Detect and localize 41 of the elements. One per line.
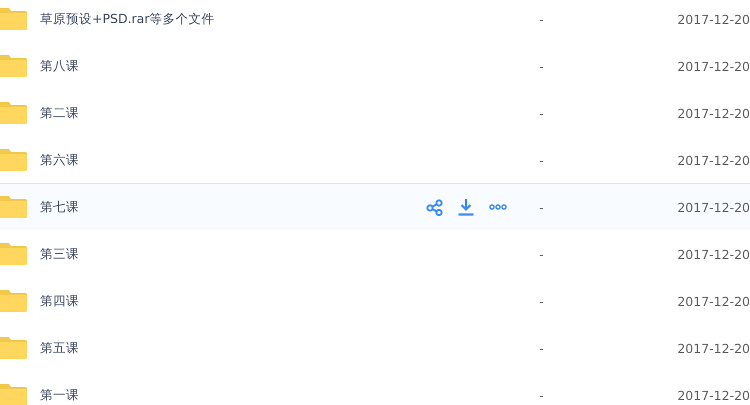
file-name[interactable]: 第三课 (40, 246, 381, 262)
file-size: - (539, 200, 545, 214)
file-size: - (539, 340, 545, 356)
modified-date: 2017-12-20 (677, 12, 750, 26)
folder-icon (0, 149, 27, 171)
modified-date: 2017-12-20 (677, 388, 750, 402)
file-name[interactable]: 草原预设+PSD.rar等多个文件 (40, 10, 381, 28)
file-name[interactable]: 第八课 (40, 58, 381, 74)
file-name[interactable]: 第七课 (40, 198, 381, 216)
more-icon[interactable] (488, 204, 507, 210)
file-size: - (539, 388, 545, 402)
file-size: - (539, 294, 545, 308)
file-size: - (539, 58, 545, 74)
file-name[interactable]: 第二课 (40, 104, 381, 122)
download-icon[interactable] (456, 198, 475, 216)
share-icon[interactable] (426, 198, 443, 216)
folder-icon (0, 55, 27, 77)
modified-date: 2017-12-20 (677, 152, 750, 168)
modified-date: 2017-12-20 (677, 200, 750, 214)
folder-icon (0, 384, 27, 405)
folder-icon (0, 243, 27, 265)
folder-icon (0, 337, 27, 359)
file-size: - (539, 246, 545, 262)
modified-date: 2017-12-20 (677, 340, 750, 356)
file-size: - (539, 106, 545, 120)
file-size: - (539, 152, 545, 168)
file-name[interactable]: 第六课 (40, 152, 381, 168)
file-row[interactable]: 第一课 - 2017-12-20 (0, 371, 750, 405)
folder-icon (0, 196, 27, 218)
file-name[interactable]: 第四课 (40, 292, 381, 310)
file-name[interactable]: 第一课 (40, 386, 381, 404)
file-size: - (539, 12, 545, 26)
modified-date: 2017-12-20 (677, 106, 750, 120)
modified-date: 2017-12-20 (677, 246, 750, 262)
file-name[interactable]: 第五课 (40, 340, 381, 356)
file-row[interactable]: 第七课 - 2017-12-20 (0, 183, 750, 231)
modified-date: 2017-12-20 (677, 58, 750, 74)
modified-date: 2017-12-20 (677, 294, 750, 308)
folder-icon (0, 8, 27, 30)
folder-icon (0, 290, 27, 312)
folder-icon (0, 102, 27, 124)
